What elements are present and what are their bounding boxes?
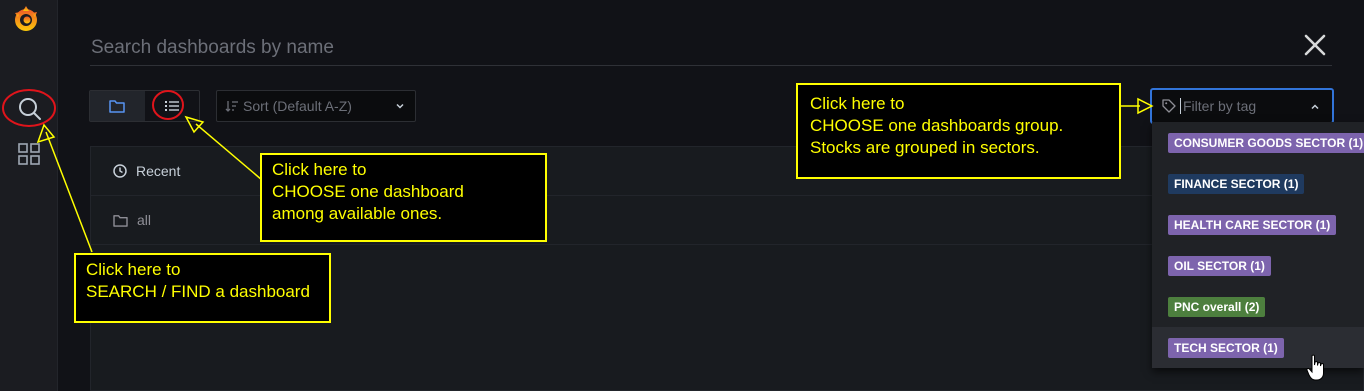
folder-icon xyxy=(113,214,128,227)
view-mode-toggle xyxy=(89,90,200,122)
tag-chip: FINANCE SECTOR (1) xyxy=(1168,173,1305,194)
search-icon[interactable] xyxy=(17,96,43,122)
search-page: Sort (Default A-Z) Recent all Filter by … xyxy=(0,0,1364,391)
clock-icon xyxy=(113,164,127,178)
sort-label: Sort (Default A-Z) xyxy=(243,98,352,114)
tag-chip: TECH SECTOR (1) xyxy=(1168,337,1284,358)
text-cursor xyxy=(1180,98,1181,114)
list-item-label: Recent xyxy=(136,163,181,179)
annotation-search: Click here to SEARCH / FIND a dashboard xyxy=(74,253,331,323)
tag-option-consumer-goods[interactable]: CONSUMER GOODS SECTOR (1) xyxy=(1152,122,1364,163)
tag-chip: PNC overall (2) xyxy=(1168,296,1266,317)
list-icon xyxy=(164,101,179,111)
sort-icon xyxy=(225,101,238,112)
tag-option-tech[interactable]: TECH SECTOR (1) xyxy=(1152,327,1364,368)
close-icon[interactable] xyxy=(1303,33,1327,57)
folder-view-button[interactable] xyxy=(90,91,145,121)
grafana-logo-icon[interactable] xyxy=(11,5,41,35)
tag-option-health-care[interactable]: HEALTH CARE SECTOR (1) xyxy=(1152,204,1364,245)
list-item-label: all xyxy=(137,212,152,228)
tag-chip: CONSUMER GOODS SECTOR (1) xyxy=(1168,132,1364,153)
tag-chip: OIL SECTOR (1) xyxy=(1168,255,1271,276)
tag-option-finance[interactable]: FINANCE SECTOR (1) xyxy=(1152,163,1364,204)
annotation-list-view: Click here to CHOOSE one dashboard among… xyxy=(260,153,547,242)
list-view-button[interactable] xyxy=(145,91,200,121)
folder-icon xyxy=(109,100,125,113)
sort-select[interactable]: Sort (Default A-Z) xyxy=(216,90,416,122)
tag-option-pnc-overall[interactable]: PNC overall (2) xyxy=(1152,286,1364,327)
annotation-tag-filter: Click here to CHOOSE one dashboards grou… xyxy=(796,83,1121,179)
tag-chip: HEALTH CARE SECTOR (1) xyxy=(1168,214,1337,235)
tag-option-oil[interactable]: OIL SECTOR (1) xyxy=(1152,245,1364,286)
chevron-up-icon xyxy=(1311,104,1319,110)
dashboards-grid-icon[interactable] xyxy=(18,143,40,165)
tag-icon xyxy=(1162,99,1176,113)
sidebar xyxy=(0,0,58,391)
chevron-down-icon xyxy=(396,103,404,109)
tag-dropdown-menu: CONSUMER GOODS SECTOR (1) FINANCE SECTOR… xyxy=(1152,122,1364,368)
tag-filter-input[interactable]: Filter by tag xyxy=(1150,88,1334,124)
tag-filter-placeholder: Filter by tag xyxy=(1183,98,1257,114)
hand-pointer-cursor-icon xyxy=(1306,354,1324,381)
search-input[interactable] xyxy=(90,30,1332,66)
